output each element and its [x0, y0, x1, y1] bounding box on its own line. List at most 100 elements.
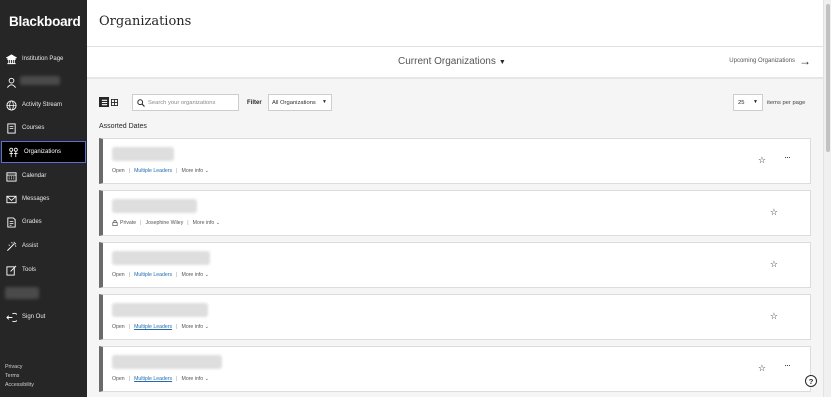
search-icon: [137, 98, 145, 107]
terms-link[interactable]: Terms: [5, 372, 34, 381]
more-info-toggle[interactable]: More info ⌄: [193, 220, 220, 226]
sidebar-item-label: Tools: [22, 267, 37, 273]
sidebar-item-label: Messages: [22, 196, 50, 202]
status-text: Open: [112, 376, 125, 382]
sidebar-item-courses[interactable]: Courses: [0, 117, 87, 139]
more-info-toggle[interactable]: More info ⌄: [182, 324, 209, 330]
redacted-item: [5, 287, 39, 299]
sidebar-item-label: Courses: [22, 125, 45, 131]
more-info-label: More info: [181, 376, 204, 382]
sidebar-item-label: Organizations: [24, 149, 62, 155]
status-text: Open: [112, 168, 125, 174]
sidebar-item-grades[interactable]: Grades: [0, 211, 87, 233]
organizations-icon: [7, 146, 19, 158]
more-options-icon[interactable]: ···: [784, 152, 791, 162]
filter-value: All Organizations: [272, 99, 316, 106]
list-icon: [101, 99, 107, 105]
redacted-org-name: [112, 199, 197, 213]
redacted-username: [20, 76, 60, 85]
star-icon[interactable]: ☆: [770, 207, 778, 218]
redacted-org-name: [112, 355, 222, 369]
sidebar-item-profile[interactable]: [0, 71, 87, 93]
per-page-value: 25: [738, 99, 745, 106]
upcoming-organizations-link[interactable]: Upcoming Organizations →: [729, 55, 811, 67]
star-icon[interactable]: ☆: [758, 363, 766, 374]
leaders-link[interactable]: Multiple Leaders: [134, 376, 172, 382]
sidebar-item-label: Calendar: [22, 173, 47, 179]
sidebar-item-tools[interactable]: Tools: [0, 259, 87, 281]
redacted-org-name: [112, 303, 208, 317]
organization-card[interactable]: Open | Multiple Leaders | More info ⌄ ☆: [99, 242, 811, 288]
sidebar-item-label: Sign Out: [22, 314, 46, 320]
sidebar-item-sign-out[interactable]: Sign Out: [0, 306, 87, 328]
star-icon[interactable]: ☆: [770, 311, 778, 322]
leaders-link[interactable]: Multiple Leaders: [134, 168, 172, 174]
search-input[interactable]: [148, 99, 238, 106]
org-meta: Private | Josephine Wiley | More info ⌄: [112, 220, 220, 226]
redacted-org-name: [112, 147, 174, 161]
sidebar-item-assist[interactable]: Assist: [0, 235, 87, 257]
sidebar-item-institution-page[interactable]: Institution Page: [0, 48, 87, 70]
courses-icon: [5, 122, 17, 134]
caret-down-icon: ▼: [498, 59, 506, 66]
star-icon[interactable]: ☆: [770, 259, 778, 270]
help-icon[interactable]: ?: [805, 375, 817, 387]
star-icon[interactable]: ☆: [758, 155, 766, 166]
org-meta: Open | Multiple Leaders | More info ⌄: [112, 272, 209, 278]
page-title: Organizations: [99, 14, 192, 29]
accessibility-link[interactable]: Accessibility: [5, 381, 34, 390]
status-text: Open: [112, 272, 125, 278]
scrollbar[interactable]: [823, 0, 831, 397]
current-organizations-label: Current Organizations: [398, 56, 496, 67]
privacy-link[interactable]: Privacy: [5, 363, 34, 372]
status-text: Private: [120, 220, 137, 226]
organization-card[interactable]: Open | Multiple Leaders | More info ⌄ ☆: [99, 294, 811, 340]
more-info-toggle[interactable]: More info ⌄: [182, 272, 209, 278]
sidebar-item-activity-stream[interactable]: Activity Stream: [0, 94, 87, 116]
filter-label: Filter: [247, 100, 262, 106]
grid-view-button[interactable]: [109, 97, 119, 107]
more-options-icon[interactable]: ···: [784, 360, 791, 370]
sidebar-item-label: Grades: [22, 219, 42, 225]
redacted-org-name: [112, 251, 210, 265]
tools-icon: [5, 264, 17, 276]
org-meta: Open | Multiple Leaders | More info ⌄: [112, 324, 209, 330]
scrollbar-thumb[interactable]: [826, 4, 830, 152]
main-content: Organizations Current Organizations ▼ Upc…: [87, 0, 823, 397]
sidebar: Blackboard Institution Page Activity Str…: [0, 0, 87, 397]
brand-logo[interactable]: Blackboard: [9, 14, 81, 29]
sidebar-item-organizations[interactable]: Organizations: [1, 141, 86, 163]
organization-card[interactable]: Private | Josephine Wiley | More info ⌄ ☆: [99, 190, 811, 236]
sidebar-footer: Privacy Terms Accessibility: [5, 363, 34, 390]
list-view-button[interactable]: [99, 97, 109, 107]
more-info-label: More info: [192, 220, 215, 226]
sign-out-icon: [5, 311, 17, 323]
leaders-link[interactable]: Multiple Leaders: [134, 272, 172, 278]
grades-icon: [5, 216, 17, 228]
lock-icon: [112, 220, 118, 226]
more-info-toggle[interactable]: More info ⌄: [182, 168, 209, 174]
leaders-link[interactable]: Multiple Leaders: [134, 324, 172, 330]
current-organizations-dropdown[interactable]: Current Organizations ▼: [398, 56, 506, 67]
more-info-label: More info: [181, 272, 204, 278]
status-text: Open: [112, 324, 125, 330]
items-per-page-select[interactable]: 25 ▼: [733, 94, 763, 111]
organization-card[interactable]: Open | Multiple Leaders | More info ⌄ ☆ ··…: [99, 346, 811, 392]
assist-icon: [5, 240, 17, 252]
view-toggle: [99, 97, 119, 107]
leader-name: Josephine Wiley: [145, 220, 184, 226]
section-heading: Assorted Dates: [99, 123, 147, 130]
envelope-icon: [5, 193, 17, 205]
more-info-label: More info: [181, 324, 204, 330]
filter-select[interactable]: All Organizations ▼: [268, 94, 332, 111]
calendar-icon: [5, 170, 17, 182]
sidebar-item-messages[interactable]: Messages: [0, 188, 87, 210]
org-meta: Open | Multiple Leaders | More info ⌄: [112, 168, 209, 174]
sidebar-item-calendar[interactable]: Calendar: [0, 165, 87, 187]
globe-icon: [5, 99, 17, 111]
items-per-page-label: items per page: [767, 100, 806, 106]
search-field: [132, 94, 239, 111]
organization-card[interactable]: Open | Multiple Leaders | More info ⌄ ☆ ··…: [99, 138, 811, 184]
institution-icon: [5, 53, 17, 65]
more-info-toggle[interactable]: More info ⌄: [182, 376, 209, 382]
